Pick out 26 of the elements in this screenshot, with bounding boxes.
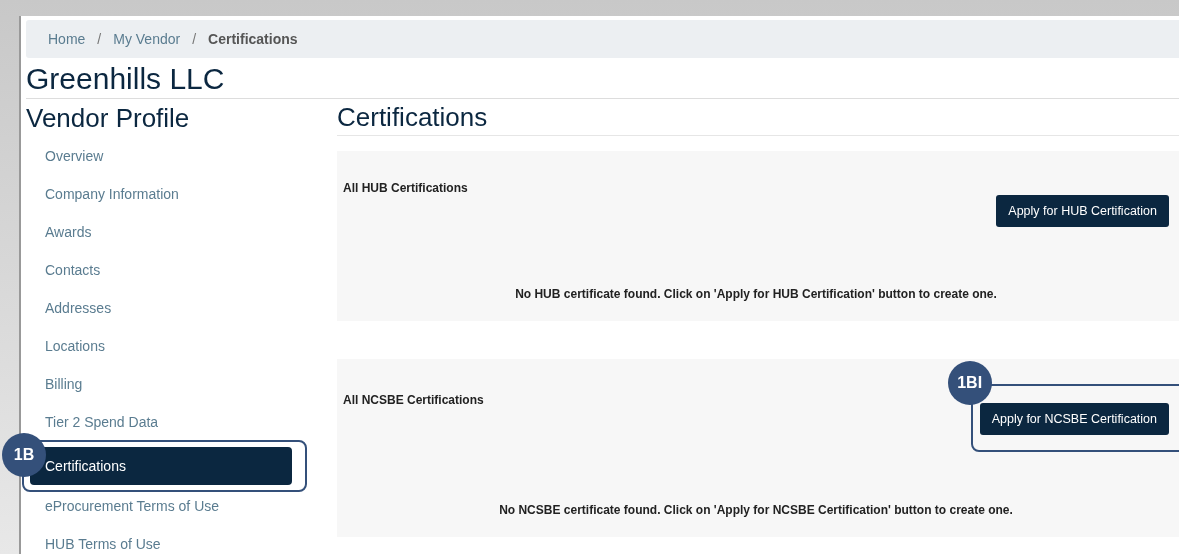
sidebar-item[interactable]: Addresses xyxy=(30,300,127,316)
section-title: All NCSBE Certifications xyxy=(343,393,485,407)
callout-badge: 1B xyxy=(2,433,46,477)
sidebar-item[interactable]: Contacts xyxy=(30,262,116,278)
sidebar-item[interactable]: Awards xyxy=(30,224,107,240)
sidebar-item[interactable]: Locations xyxy=(30,338,120,354)
breadcrumb-link[interactable]: My Vendor xyxy=(113,31,181,47)
breadcrumb-link[interactable]: Home xyxy=(48,31,86,47)
sidebar-item[interactable]: HUB Terms of Use xyxy=(30,536,176,552)
callout-badge: 1BI xyxy=(947,361,992,405)
apply-button[interactable]: Apply for NCSBE Certification xyxy=(979,403,1169,435)
sidebar-item[interactable]: Overview xyxy=(30,148,119,164)
sidebar-item[interactable]: Company Information xyxy=(30,186,194,202)
breadcrumb-separator: / xyxy=(192,31,197,47)
section-title: All HUB Certifications xyxy=(343,181,469,195)
sidebar-title: Vendor Profile xyxy=(26,102,191,135)
breadcrumb-link[interactable]: Certifications xyxy=(208,31,298,47)
company-name: Greenhills LLC xyxy=(26,58,1179,99)
apply-button[interactable]: Apply for HUB Certification xyxy=(996,195,1169,227)
empty-message: No NCSBE certificate found. Click on 'Apply for NCSBE Certification' button to create one. xyxy=(498,503,1014,517)
empty-message: No HUB certificate found. Click on 'Apply for HUB Certification' button to create one. xyxy=(514,287,998,301)
breadcrumb-separator: / xyxy=(97,31,102,47)
page-title: Certifications xyxy=(337,99,1179,136)
sidebar-item[interactable]: Tier 2 Spend Data xyxy=(30,414,174,430)
sidebar-item[interactable]: eProcurement Terms of Use xyxy=(30,498,235,514)
sidebar-item[interactable]: Billing xyxy=(30,376,98,392)
